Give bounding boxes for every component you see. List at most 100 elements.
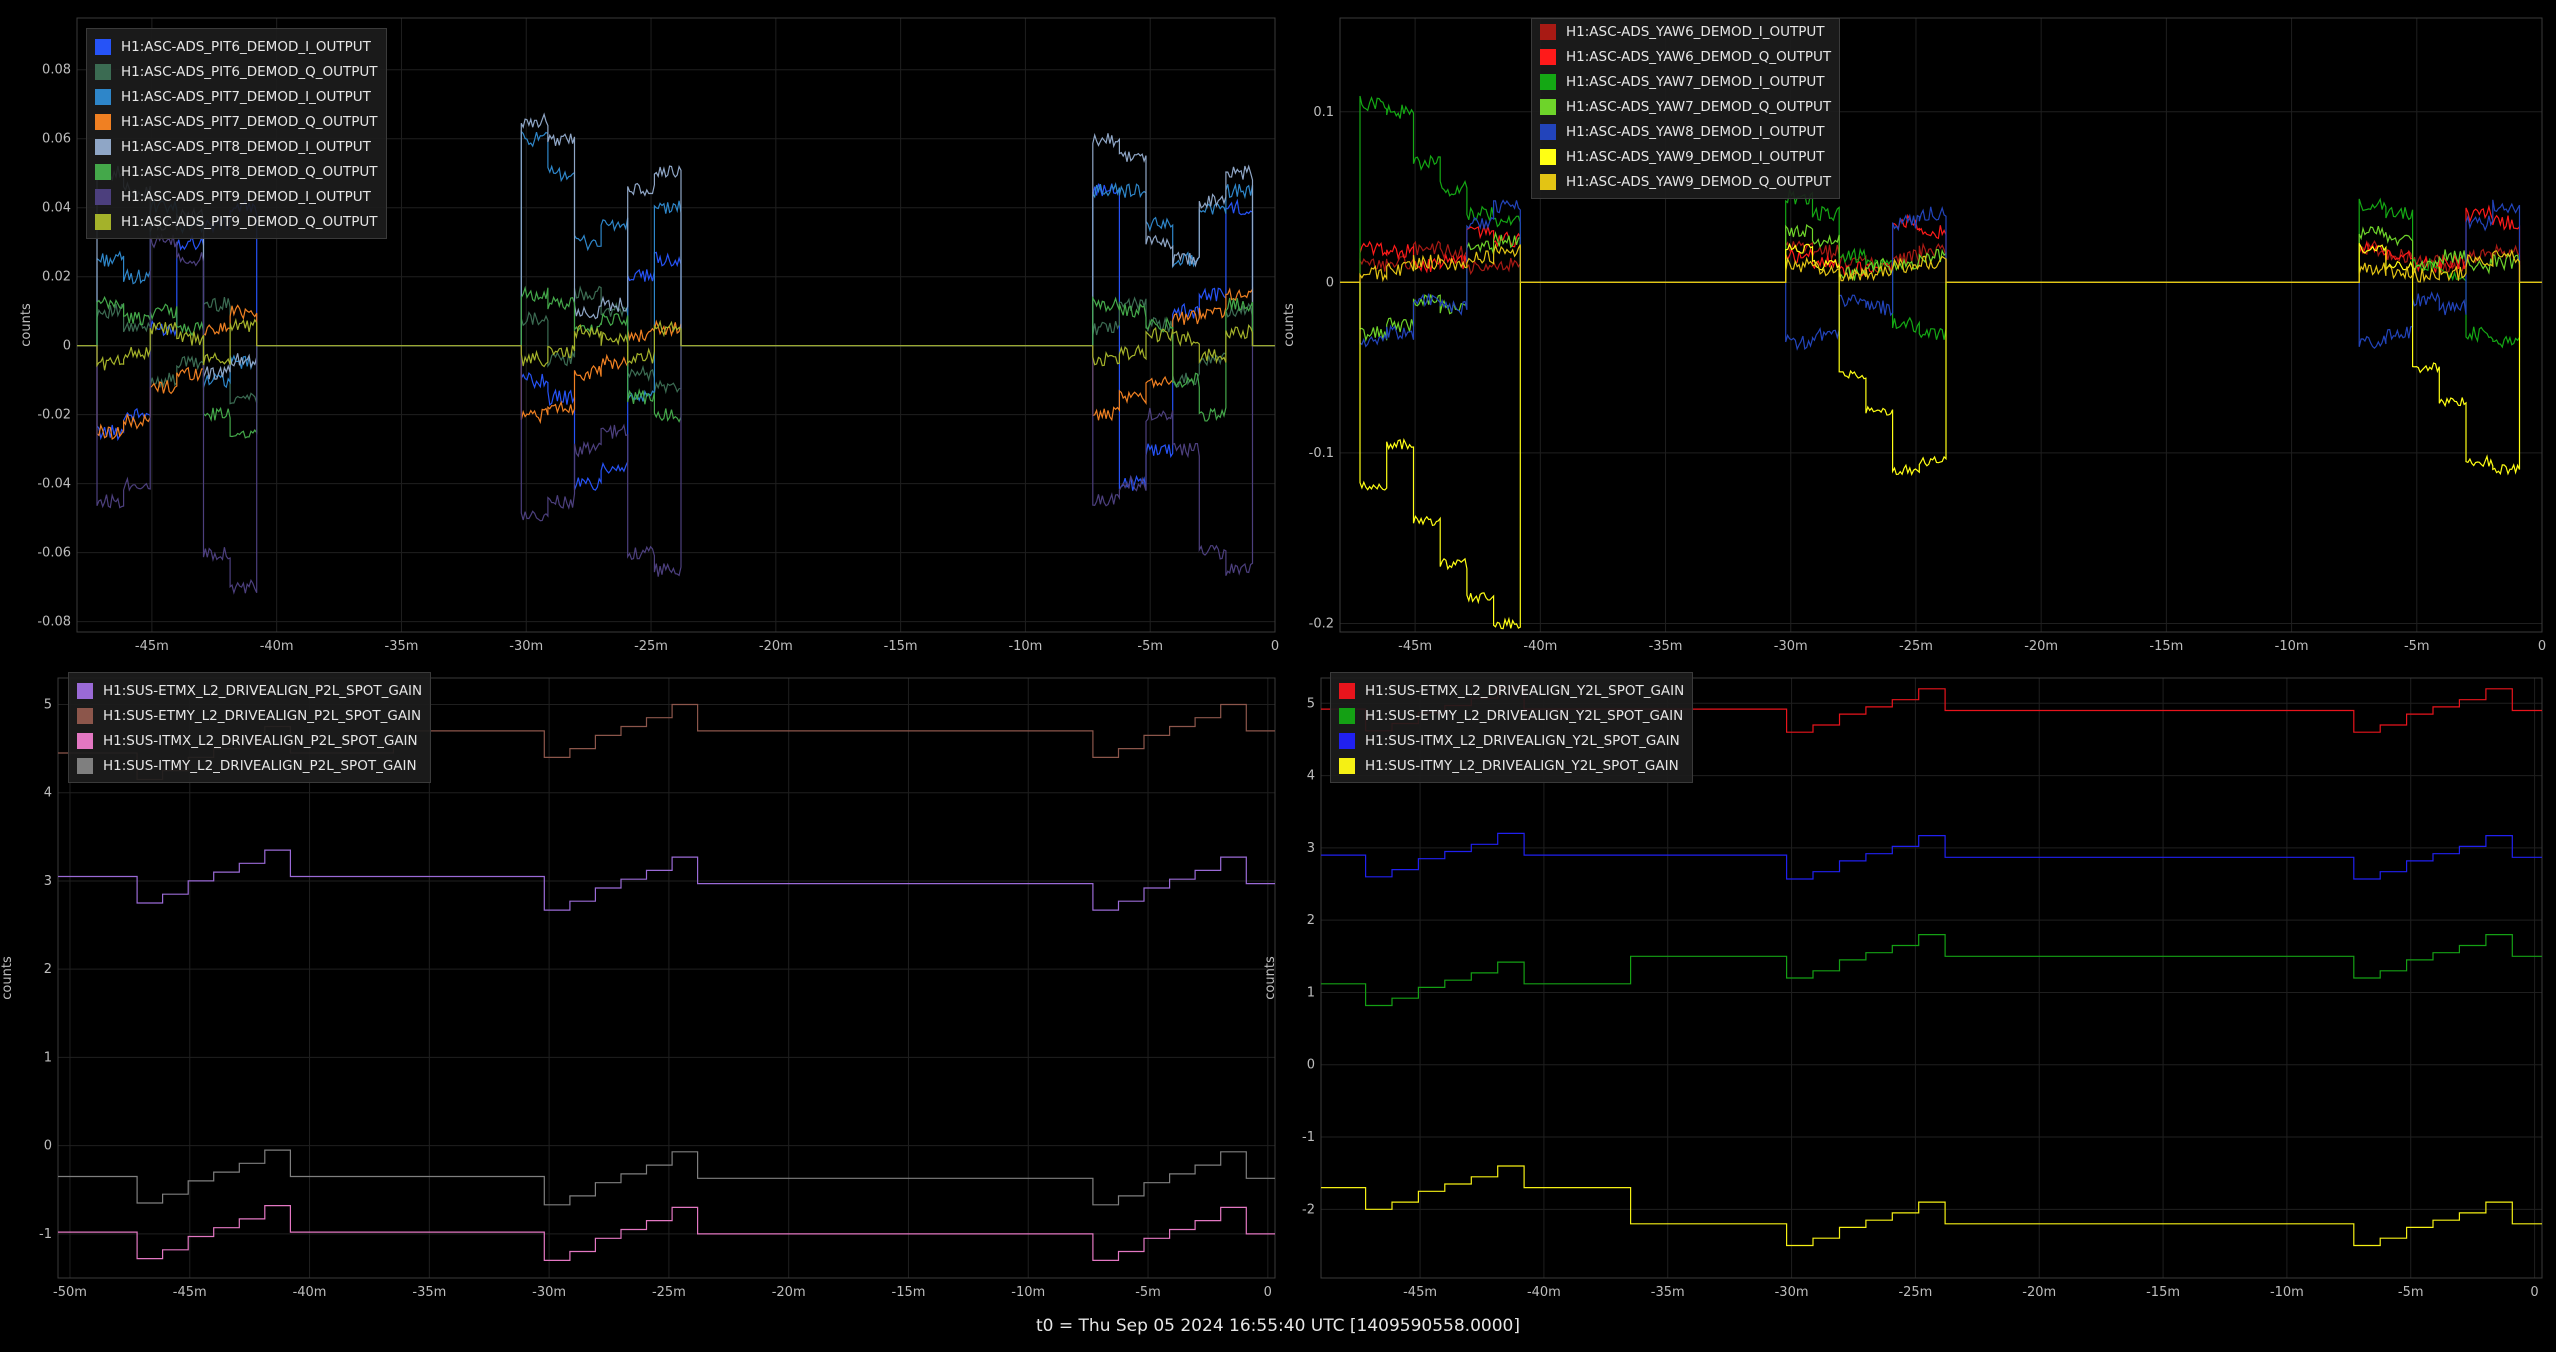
- x-tick-label: -10m: [2270, 1285, 2304, 1300]
- x-tick-label: -40m: [293, 1285, 327, 1300]
- series-group: [1340, 95, 2542, 630]
- legend-item[interactable]: H1:SUS-ETMY_L2_DRIVEALIGN_Y2L_SPOT_GAIN: [1339, 703, 1684, 728]
- x-tick-label: 0: [2530, 1285, 2538, 1300]
- y-tick-label: 1: [1307, 985, 1315, 1000]
- y-tick-label: -0.02: [37, 408, 71, 423]
- t0-timestamp: t0 = Thu Sep 05 2024 16:55:40 UTC [14095…: [1036, 1316, 1520, 1336]
- legend-label: H1:ASC-ADS_YAW9_DEMOD_Q_OUTPUT: [1566, 173, 1832, 190]
- y-tick-label: 5: [1307, 696, 1315, 711]
- y-axis-label: counts: [1263, 956, 1278, 1000]
- y-tick-label: 3: [1307, 841, 1315, 856]
- x-tick-label: -35m: [1651, 1285, 1685, 1300]
- legend-swatch: [1540, 173, 1556, 190]
- x-tick-label: -50m: [53, 1285, 87, 1300]
- legend-swatch: [1540, 73, 1556, 90]
- y-tick-label: 0.02: [42, 270, 71, 285]
- legend-item[interactable]: H1:SUS-ETMX_L2_DRIVEALIGN_P2L_SPOT_GAIN: [77, 678, 422, 703]
- pit-demod-panel: -45m -40m -35m -30m -25m -20m -15m -10m -5m 0 -0.0…: [0, 0, 1280, 654]
- legend-swatch: [1540, 123, 1556, 140]
- legend-label: H1:ASC-ADS_PIT9_DEMOD_I_OUTPUT: [121, 188, 371, 205]
- y-tick-label: -0.2: [1309, 616, 1334, 631]
- y-tick-label: 1: [44, 1050, 52, 1065]
- x-tick-label: -15m: [892, 1285, 926, 1300]
- legend-label: H1:ASC-ADS_YAW7_DEMOD_Q_OUTPUT: [1566, 98, 1832, 115]
- y-tick-label: 5: [44, 697, 52, 712]
- legend-item[interactable]: H1:SUS-ITMY_L2_DRIVEALIGN_P2L_SPOT_GAIN: [77, 753, 422, 778]
- y-tick-label: 0: [1307, 1058, 1315, 1073]
- y-tick-label: 0.06: [42, 132, 71, 147]
- legend-swatch: [95, 88, 111, 105]
- y-tick-label: -1: [1302, 1130, 1315, 1145]
- legend-item[interactable]: H1:ASC-ADS_YAW6_DEMOD_Q_OUTPUT: [1540, 44, 1831, 69]
- legend-item[interactable]: H1:ASC-ADS_PIT8_DEMOD_Q_OUTPUT: [95, 159, 378, 184]
- series-line-1: [58, 849, 1275, 911]
- series-line-4: [58, 1149, 1275, 1206]
- legend-label: H1:SUS-ETMY_L2_DRIVEALIGN_P2L_SPOT_GAIN: [103, 707, 422, 724]
- x-tick-label: -45m: [1403, 1285, 1437, 1300]
- legend-item[interactable]: H1:ASC-ADS_PIT7_DEMOD_I_OUTPUT: [95, 84, 378, 109]
- series-group: [58, 703, 1275, 1261]
- x-tick-label: -5m: [1135, 1285, 1161, 1300]
- legend-item[interactable]: H1:SUS-ETMX_L2_DRIVEALIGN_Y2L_SPOT_GAIN: [1339, 678, 1684, 703]
- legend-label: H1:ASC-ADS_PIT8_DEMOD_Q_OUTPUT: [121, 163, 378, 180]
- y-tick-label: 0.04: [42, 201, 71, 216]
- legend-label: H1:ASC-ADS_YAW6_DEMOD_Q_OUTPUT: [1566, 48, 1832, 65]
- y-axis-label: counts: [19, 303, 34, 347]
- y-tick-label: 3: [44, 874, 52, 889]
- x-tick-label: -25m: [652, 1285, 686, 1300]
- y-tick-label: -0.1: [1309, 446, 1334, 461]
- x-tick-label: -45m: [173, 1285, 207, 1300]
- x-tick-label: -10m: [1011, 1285, 1045, 1300]
- legend-swatch: [77, 682, 93, 699]
- y-tick-label: -2: [1302, 1202, 1315, 1217]
- legend-item[interactable]: H1:ASC-ADS_YAW8_DEMOD_I_OUTPUT: [1540, 119, 1831, 144]
- legend-item[interactable]: H1:ASC-ADS_PIT7_DEMOD_Q_OUTPUT: [95, 109, 378, 134]
- legend-item[interactable]: H1:ASC-ADS_PIT6_DEMOD_Q_OUTPUT: [95, 59, 378, 84]
- series-line-4: [1321, 1165, 2542, 1247]
- legend-swatch: [95, 213, 111, 230]
- p2l-spot-gain-legend: H1:SUS-ETMX_L2_DRIVEALIGN_P2L_SPOT_GAIN H…: [68, 672, 432, 783]
- x-tick-label: 0: [1264, 1285, 1272, 1300]
- y-tick-label: -1: [39, 1227, 52, 1242]
- legend-swatch: [77, 732, 93, 749]
- y-tick-label: 0.1: [1313, 105, 1334, 120]
- yaw-demod-chart: -45m -40m -35m -30m -25m -20m -15m -10m -5m 0-0.2…: [1282, 17, 2546, 654]
- legend-item[interactable]: H1:ASC-ADS_YAW9_DEMOD_Q_OUTPUT: [1540, 169, 1831, 194]
- series-line-3: [58, 1205, 1275, 1261]
- legend-label: H1:ASC-ADS_YAW6_DEMOD_I_OUTPUT: [1566, 23, 1825, 40]
- legend-label: H1:ASC-ADS_PIT6_DEMOD_I_OUTPUT: [121, 38, 371, 55]
- legend-item[interactable]: H1:SUS-ITMX_L2_DRIVEALIGN_Y2L_SPOT_GAIN: [1339, 728, 1684, 753]
- legend-item[interactable]: H1:SUS-ITMY_L2_DRIVEALIGN_Y2L_SPOT_GAIN: [1339, 753, 1684, 778]
- legend-swatch: [1540, 148, 1556, 165]
- yaw-demod-legend: H1:ASC-ADS_YAW6_DEMOD_I_OUTPUT H1:ASC-ADS…: [1531, 18, 1841, 199]
- y-tick-label: 0: [44, 1139, 52, 1154]
- x-tick-label: -30m: [1775, 1285, 1809, 1300]
- legend-label: H1:SUS-ETMX_L2_DRIVEALIGN_P2L_SPOT_GAIN: [103, 682, 423, 699]
- legend-swatch: [95, 188, 111, 205]
- y-tick-label: -0.06: [37, 546, 71, 561]
- legend-label: H1:ASC-ADS_PIT6_DEMOD_Q_OUTPUT: [121, 63, 378, 80]
- legend-swatch: [77, 757, 93, 774]
- x-tick-label: -30m: [532, 1285, 566, 1300]
- legend-item[interactable]: H1:ASC-ADS_PIT9_DEMOD_I_OUTPUT: [95, 184, 378, 209]
- legend-label: H1:ASC-ADS_PIT7_DEMOD_Q_OUTPUT: [121, 113, 378, 130]
- legend-item[interactable]: H1:ASC-ADS_PIT9_DEMOD_Q_OUTPUT: [95, 209, 378, 234]
- legend-label: H1:ASC-ADS_PIT9_DEMOD_Q_OUTPUT: [121, 213, 378, 230]
- legend-label: H1:ASC-ADS_YAW7_DEMOD_I_OUTPUT: [1566, 73, 1825, 90]
- legend-item[interactable]: H1:ASC-ADS_YAW9_DEMOD_I_OUTPUT: [1540, 144, 1831, 169]
- x-tick-label: -40m: [1527, 1285, 1561, 1300]
- series-line-2: [1321, 934, 2542, 1007]
- legend-swatch: [1540, 98, 1556, 115]
- legend-swatch: [95, 113, 111, 130]
- legend-item[interactable]: H1:ASC-ADS_PIT6_DEMOD_I_OUTPUT: [95, 34, 378, 59]
- y-tick-label: 2: [1307, 913, 1315, 928]
- legend-swatch: [1540, 48, 1556, 65]
- legend-item[interactable]: H1:ASC-ADS_PIT8_DEMOD_I_OUTPUT: [95, 134, 378, 159]
- legend-item[interactable]: H1:ASC-ADS_YAW7_DEMOD_Q_OUTPUT: [1540, 94, 1831, 119]
- y-tick-label: -0.08: [37, 615, 71, 630]
- legend-item[interactable]: H1:ASC-ADS_YAW7_DEMOD_I_OUTPUT: [1540, 69, 1831, 94]
- legend-item[interactable]: H1:SUS-ETMY_L2_DRIVEALIGN_P2L_SPOT_GAIN: [77, 703, 422, 728]
- legend-item[interactable]: H1:SUS-ITMX_L2_DRIVEALIGN_P2L_SPOT_GAIN: [77, 728, 422, 753]
- legend-label: H1:SUS-ITMX_L2_DRIVEALIGN_P2L_SPOT_GAIN: [103, 732, 418, 749]
- legend-item[interactable]: H1:ASC-ADS_YAW6_DEMOD_I_OUTPUT: [1540, 19, 1831, 44]
